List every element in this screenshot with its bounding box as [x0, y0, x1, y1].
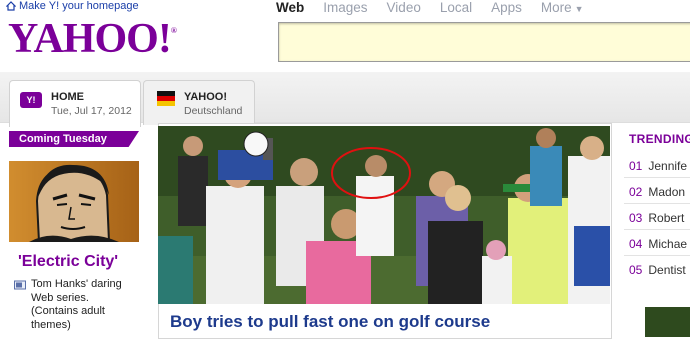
- tab-home-date: Tue, Jul 17, 2012: [51, 105, 132, 117]
- tab-more-label: More: [540, 0, 572, 15]
- tab-de-subtitle: Deutschland: [184, 105, 243, 117]
- tab-images[interactable]: Images: [323, 0, 367, 15]
- make-homepage-label: Make Y! your homepage: [19, 0, 139, 12]
- trending-text: Dentist: [648, 263, 686, 277]
- logo-tm: ®: [170, 26, 177, 35]
- tab-video[interactable]: Video: [387, 0, 421, 15]
- promo-description[interactable]: Tom Hanks' daring Web series. (Contains …: [31, 278, 136, 332]
- tab-de-title: YAHOO!: [184, 91, 227, 103]
- tab-deutschland[interactable]: YAHOO! Deutschland: [143, 80, 255, 125]
- trending-item[interactable]: 02 Madon: [629, 185, 690, 199]
- trending-num: 05: [629, 263, 643, 277]
- video-icon: [14, 280, 26, 290]
- trending-text: Michae: [648, 237, 688, 251]
- tab-more[interactable]: More ▼: [541, 0, 584, 15]
- trending-item[interactable]: 05 Dentist: [629, 263, 690, 277]
- featured-story-image[interactable]: [158, 126, 610, 304]
- tab-home-title: HOME: [51, 91, 84, 103]
- trending-text: Madon: [648, 185, 686, 199]
- thumbnail-image[interactable]: [645, 307, 690, 337]
- trending-item[interactable]: 04 Michae: [629, 237, 690, 251]
- trending-item[interactable]: 03 Robert: [629, 211, 690, 225]
- coming-tuesday-banner: Coming Tuesday: [9, 131, 139, 147]
- tab-web[interactable]: Web: [276, 0, 304, 15]
- divider: [624, 229, 690, 230]
- search-input[interactable]: [278, 22, 690, 62]
- divider: [624, 177, 690, 178]
- chevron-down-icon: ▼: [574, 4, 584, 14]
- trending-text: Robert: [648, 211, 685, 225]
- trending-title: TRENDING: [629, 132, 690, 146]
- trending-item[interactable]: 01 Jennife: [629, 159, 690, 173]
- divider: [624, 255, 690, 256]
- yahoo-logo[interactable]: YAHOO!®: [8, 14, 177, 64]
- electric-city-image[interactable]: [9, 161, 139, 242]
- logo-text: YAHOO!: [8, 16, 172, 62]
- trending-num: 04: [629, 237, 643, 251]
- divider: [624, 203, 690, 204]
- trending-text: Jennife: [648, 159, 688, 173]
- search-tabs: Web Images Video Local Apps More ▼: [276, 0, 603, 15]
- trending-num: 03: [629, 211, 643, 225]
- german-flag-icon: [157, 91, 175, 106]
- make-homepage-link[interactable]: Make Y! your homepage: [6, 0, 139, 12]
- home-icon: [6, 1, 16, 11]
- trending-num: 01: [629, 159, 643, 173]
- trending-num: 02: [629, 185, 643, 199]
- promo-title[interactable]: 'Electric City': [18, 253, 118, 271]
- tab-local[interactable]: Local: [440, 0, 472, 15]
- tab-apps[interactable]: Apps: [491, 0, 522, 15]
- yahoo-icon: Y!: [20, 92, 42, 108]
- tab-home[interactable]: Y! HOME Tue, Jul 17, 2012: [9, 80, 141, 127]
- featured-story-headline[interactable]: Boy tries to pull fast one on golf cours…: [170, 312, 490, 332]
